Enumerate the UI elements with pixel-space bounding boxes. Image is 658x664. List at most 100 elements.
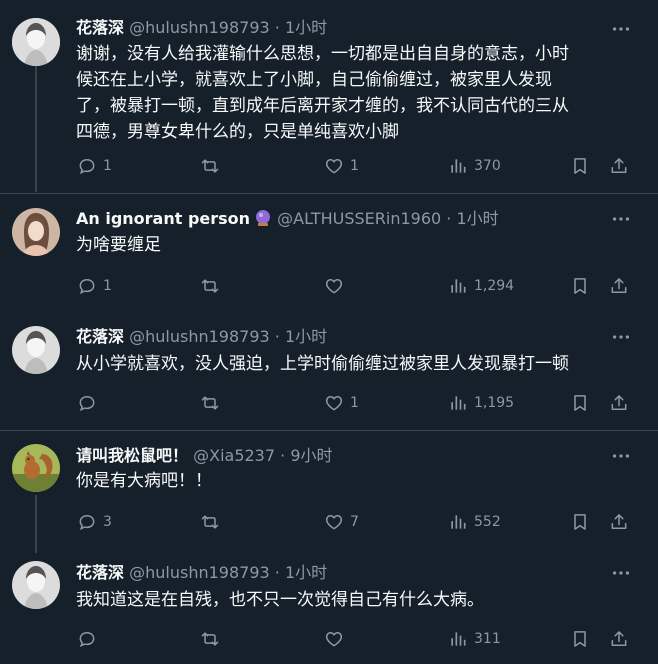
text-line: 候还在上小学，就喜欢上了小脚，自己偷偷缠过，被家里人发现	[76, 70, 552, 90]
avatar[interactable]	[12, 18, 60, 66]
views-button[interactable]: 311	[448, 629, 501, 649]
reply-button[interactable]	[77, 629, 103, 649]
timestamp[interactable]: · 1小时	[275, 327, 327, 346]
user-handle[interactable]: @hulushn198793	[129, 18, 270, 37]
tweet-text: 谢谢，没有人给我灌输什么思想，一切都是出自自身的意志，小时 候还在上小学，就喜欢…	[76, 41, 636, 145]
tweet[interactable]: 花落深 @hulushn198793 · 1小时 我知道这是在自残，也不只一次觉…	[0, 543, 658, 664]
text-line: 我知道这是在自残，也不只一次觉得自己有什么大病。	[76, 590, 484, 610]
retweet-button[interactable]	[200, 512, 226, 532]
tweet-header: 请叫我松鼠吧！ @Xia5237 · 9小时	[76, 445, 588, 467]
tweet-text: 从小学就喜欢，没人强迫，上学时偷偷缠过被家里人发现暴打一顿	[76, 351, 636, 377]
text-line: 从小学就喜欢，没人强迫，上学时偷偷缠过被家里人发现暴打一顿	[76, 354, 569, 374]
avatar[interactable]	[12, 208, 60, 256]
reply-count: 3	[103, 514, 112, 530]
user-handle[interactable]: @hulushn198793	[129, 327, 270, 346]
view-count: 552	[474, 514, 501, 530]
more-dots-icon[interactable]	[610, 208, 632, 230]
like-button[interactable]: 7	[324, 512, 359, 532]
retweet-button[interactable]	[200, 276, 226, 296]
retweet-icon	[200, 629, 220, 649]
analytics-bars-icon	[448, 512, 468, 532]
user-handle[interactable]: @ALTHUSSERin1960	[277, 209, 441, 228]
tweet-text: 为啥要缠足	[76, 232, 636, 258]
more-dots-icon[interactable]	[610, 562, 632, 584]
share-upload-icon[interactable]	[609, 629, 629, 649]
heart-icon	[324, 276, 344, 296]
bookmark-icon[interactable]	[570, 512, 590, 532]
views-button[interactable]: 552	[448, 512, 501, 532]
views-button[interactable]: 1,294	[448, 276, 514, 296]
heart-icon	[324, 393, 344, 413]
retweet-button[interactable]	[200, 156, 226, 176]
more-dots-icon[interactable]	[610, 18, 632, 40]
retweet-icon	[200, 276, 220, 296]
purple-crystal-ball-icon	[256, 210, 271, 226]
display-name[interactable]: 请叫我松鼠吧！	[76, 446, 188, 465]
view-count: 311	[474, 631, 501, 647]
tweet-header: 花落深 @hulushn198793 · 1小时	[76, 326, 588, 348]
avatar[interactable]	[12, 561, 60, 609]
tweet-text: 你是有大病吧！！	[76, 468, 636, 494]
timestamp[interactable]: · 1小时	[446, 209, 498, 228]
bookmark-icon[interactable]	[570, 629, 590, 649]
reply-bubble-icon	[77, 276, 97, 296]
share-upload-icon[interactable]	[609, 276, 629, 296]
tweet-header: 花落深 @hulushn198793 · 1小时	[76, 17, 588, 39]
bookmark-icon[interactable]	[570, 393, 590, 413]
retweet-icon	[200, 156, 220, 176]
views-button[interactable]: 370	[448, 156, 501, 176]
reply-count: 1	[103, 158, 112, 174]
share-upload-icon[interactable]	[609, 393, 629, 413]
text-line: 四德，男尊女卑什么的，只是单纯喜欢小脚	[76, 122, 399, 142]
reply-button[interactable]: 3	[77, 512, 112, 532]
timestamp[interactable]: · 1小时	[275, 18, 327, 37]
like-button[interactable]	[324, 276, 350, 296]
reply-button[interactable]: 1	[77, 156, 112, 176]
reply-bubble-icon	[77, 393, 97, 413]
more-dots-icon[interactable]	[610, 326, 632, 348]
analytics-bars-icon	[448, 393, 468, 413]
reply-button[interactable]	[77, 393, 103, 413]
avatar[interactable]	[12, 326, 60, 374]
retweet-button[interactable]	[200, 393, 226, 413]
tweet[interactable]: 花落深 @hulushn198793 · 1小时 从小学就喜欢，没人强迫，上学时…	[0, 306, 658, 431]
display-name[interactable]: 花落深	[76, 327, 124, 346]
reply-count: 1	[103, 278, 112, 294]
timestamp[interactable]: · 1小时	[275, 563, 327, 582]
like-count: 7	[350, 514, 359, 530]
reply-button[interactable]: 1	[77, 276, 112, 296]
like-count: 1	[350, 158, 359, 174]
reply-bubble-icon	[77, 629, 97, 649]
display-name[interactable]: An ignorant person	[76, 209, 250, 228]
like-button[interactable]: 1	[324, 156, 359, 176]
views-button[interactable]: 1,195	[448, 393, 514, 413]
user-handle[interactable]: @hulushn198793	[129, 563, 270, 582]
display-name[interactable]: 花落深	[76, 18, 124, 37]
display-name[interactable]: 花落深	[76, 563, 124, 582]
more-dots-icon[interactable]	[610, 445, 632, 467]
timestamp[interactable]: · 9小时	[280, 446, 332, 465]
retweet-icon	[200, 512, 220, 532]
bookmark-icon[interactable]	[570, 276, 590, 296]
tweet[interactable]: 花落深 @hulushn198793 · 1小时 谢谢，没有人给我灌输什么思想，…	[0, 0, 658, 194]
bookmark-icon[interactable]	[570, 156, 590, 176]
share-upload-icon[interactable]	[609, 512, 629, 532]
analytics-bars-icon	[448, 156, 468, 176]
reply-bubble-icon	[77, 156, 97, 176]
view-count: 1,294	[474, 278, 515, 294]
user-handle[interactable]: @Xia5237	[193, 446, 275, 465]
text-line: 你是有大病吧！！	[76, 471, 212, 491]
heart-icon	[324, 156, 344, 176]
like-button[interactable]	[324, 629, 350, 649]
retweet-button[interactable]	[200, 629, 226, 649]
heart-icon	[324, 512, 344, 532]
heart-icon	[324, 629, 344, 649]
share-upload-icon[interactable]	[609, 156, 629, 176]
tweet[interactable]: An ignorant person @ALTHUSSERin1960 · 1小…	[0, 194, 658, 306]
text-line: 为啥要缠足	[76, 235, 161, 255]
tweet[interactable]: 请叫我松鼠吧！ @Xia5237 · 9小时 你是有大病吧！！ 3 7 552	[0, 431, 658, 543]
like-button[interactable]: 1	[324, 393, 359, 413]
avatar[interactable]	[12, 444, 60, 492]
retweet-icon	[200, 393, 220, 413]
reply-bubble-icon	[77, 512, 97, 532]
